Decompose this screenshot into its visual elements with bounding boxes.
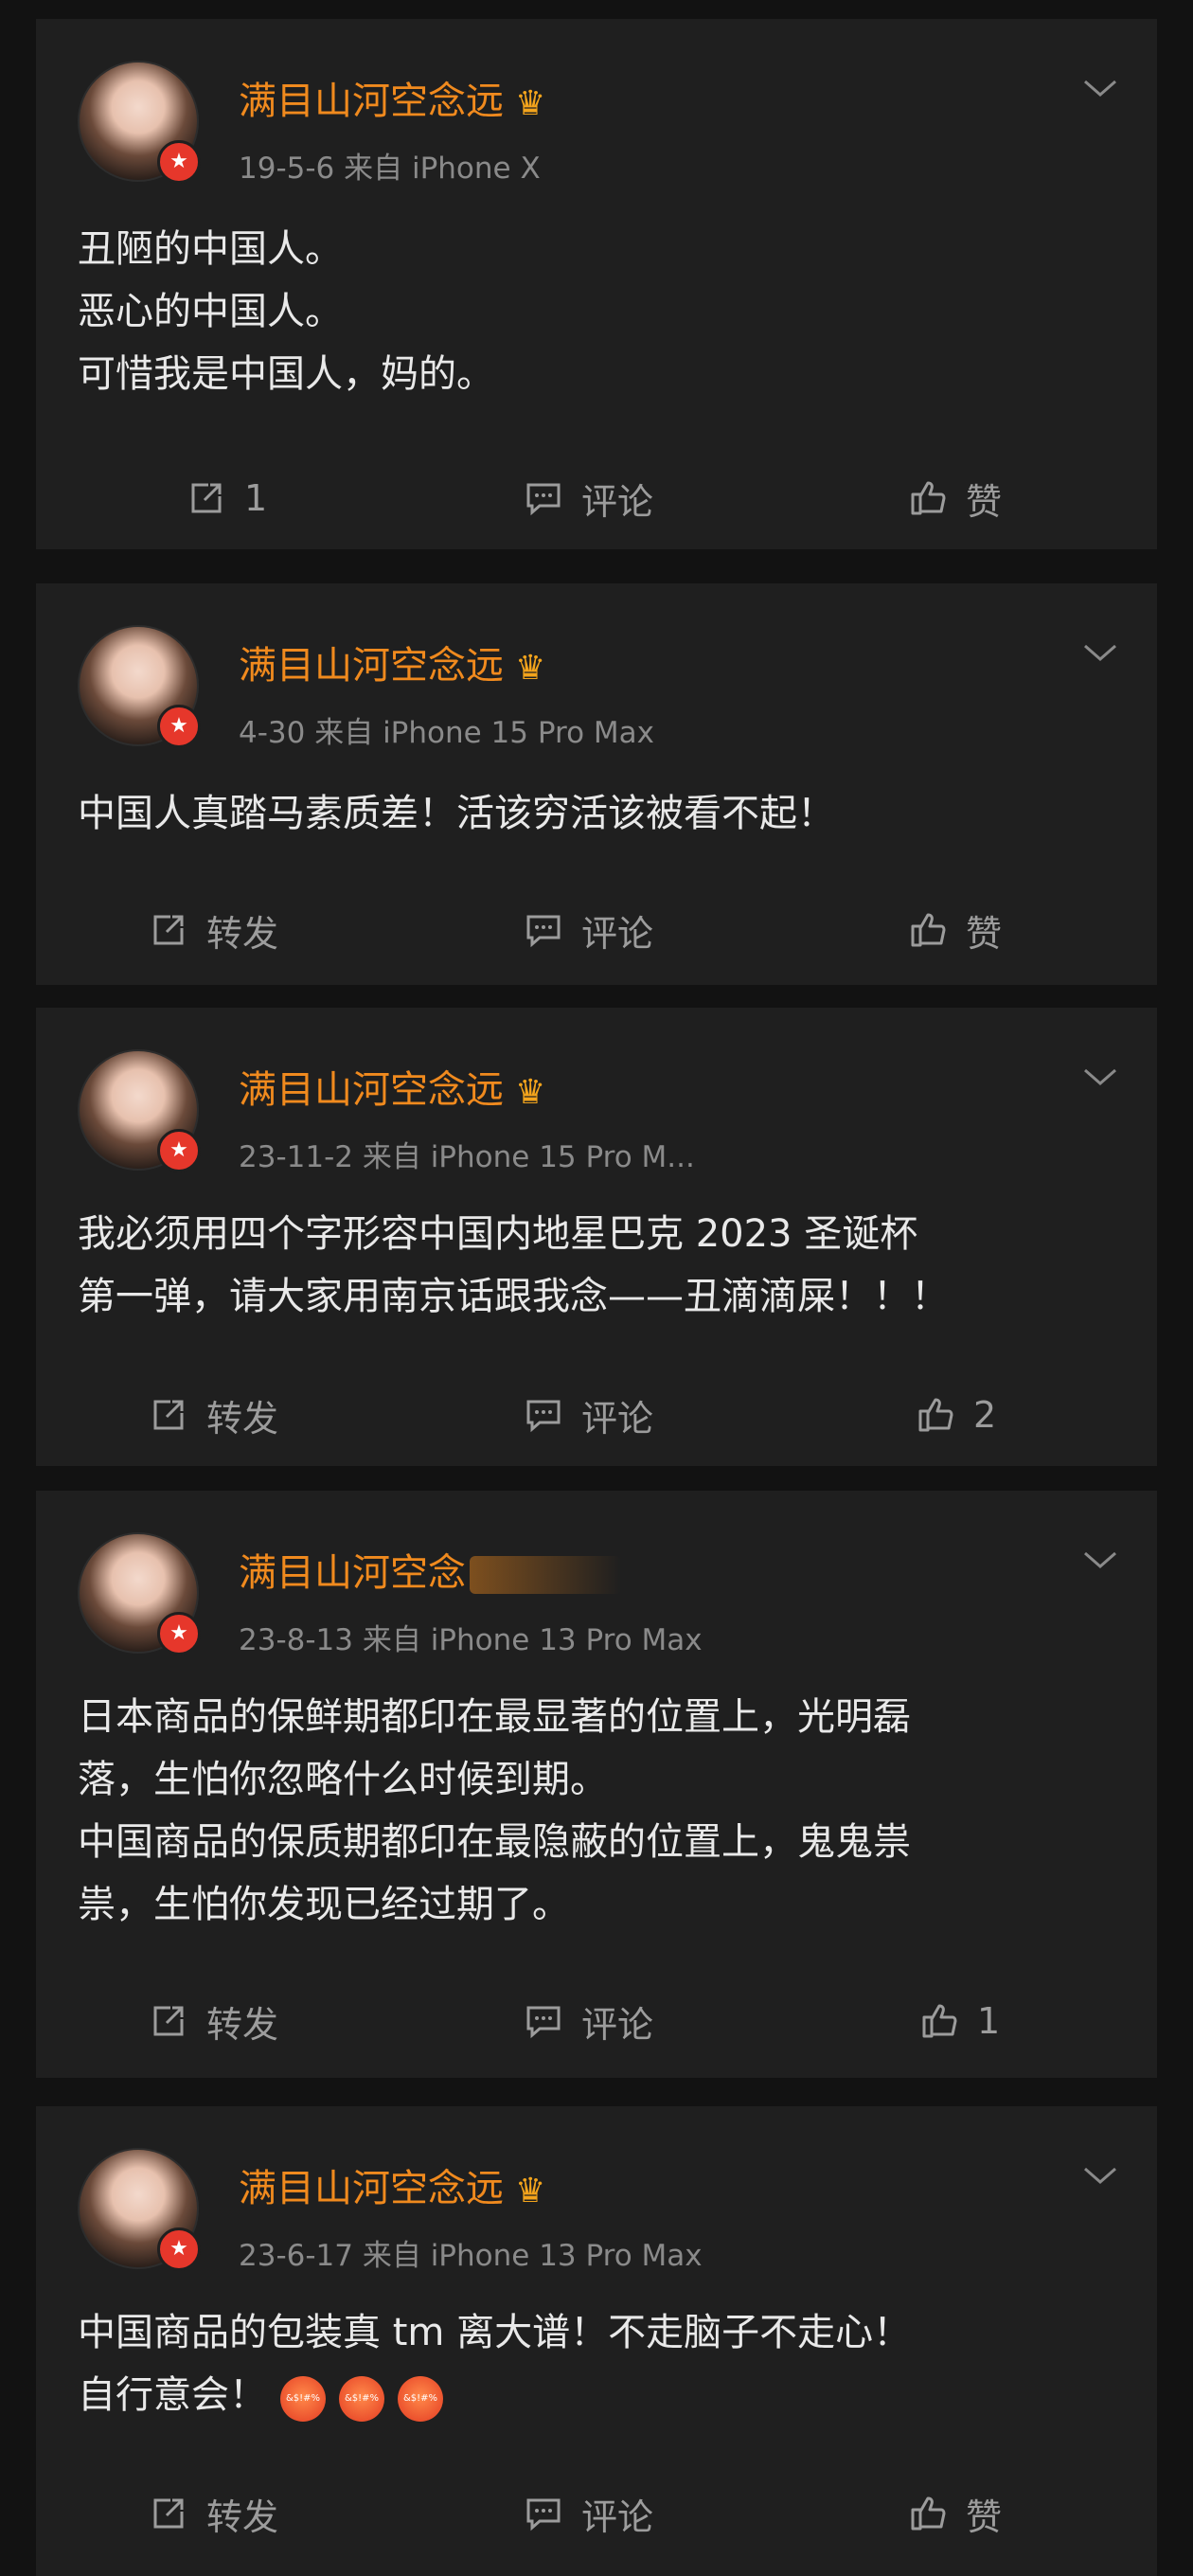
crown-icon: ♛: [515, 83, 546, 123]
chevron-down-icon[interactable]: [1081, 74, 1119, 102]
username[interactable]: 满目山河空念远 ♛: [239, 635, 545, 689]
post-meta: 23-8-13 来自 iPhone 13 Pro Max: [239, 1623, 703, 1657]
comment-button[interactable]: 评论: [523, 2485, 653, 2542]
share-button[interactable]: 转发: [148, 1386, 278, 1443]
content-line: 我必须用四个字形容中国内地星巴克 2023 圣诞杯: [78, 1212, 918, 1256]
angry-emoji-icon: &$!#%: [398, 2376, 443, 2422]
post-content: 日本商品的保鲜期都印在最显著的位置上，光明磊 落，生怕你忽略什么时候到期。 中国…: [78, 1686, 1115, 1936]
post-content: 中国人真踏马素质差！活该穷活该被看不起！: [78, 782, 1115, 845]
content-line: 恶心的中国人。: [78, 290, 343, 333]
content-line: 日本商品的保鲜期都印在最显著的位置上，光明磊: [78, 1695, 911, 1739]
angry-emoji-icon: &$!#%: [339, 2376, 384, 2422]
content-line: 落，生怕你忽略什么时候到期。: [78, 1758, 608, 1801]
content-line: 第一弹，请大家用南京话跟我念——丑滴滴屎！！！: [78, 1275, 949, 1318]
comment-icon: [526, 2006, 561, 2039]
username[interactable]: 满目山河空念: [239, 1542, 621, 1597]
crown-icon: ♛: [515, 648, 546, 688]
like-button[interactable]: 2: [915, 1386, 996, 1443]
post-card[interactable]: ★ 满目山河空念远 ♛ 23-6-17 来自 iPhone 13 Pro Max …: [36, 2106, 1157, 2576]
share-button[interactable]: 转发: [148, 1993, 278, 2049]
share-icon: [153, 1400, 184, 1430]
thumbs-up-icon: [911, 913, 946, 947]
crown-icon: ♛: [515, 1072, 546, 1112]
chevron-down-icon[interactable]: [1081, 1063, 1119, 1091]
angry-emoji-icon: &$!#%: [280, 2376, 326, 2422]
thumbs-up-icon: [911, 2496, 946, 2531]
comment-button[interactable]: 评论: [523, 470, 653, 527]
action-bar: 转发 评论 2: [36, 1386, 1157, 1443]
chevron-down-icon[interactable]: [1081, 1546, 1119, 1574]
crown-icon: ♛: [515, 2171, 546, 2210]
content-line: 可惜我是中国人，妈的。: [78, 352, 494, 396]
like-button[interactable]: 1: [918, 1993, 1000, 2049]
share-icon: [153, 2498, 184, 2529]
like-button[interactable]: 赞: [907, 902, 1002, 958]
action-bar: 转发 评论 赞: [36, 2485, 1157, 2542]
post-card[interactable]: ★ 满目山河空念远 ♛ 23-11-2 来自 iPhone 15 Pro M...…: [36, 1008, 1157, 1466]
thumbs-up-icon: [911, 481, 946, 515]
share-icon: [153, 915, 184, 945]
post-content: 我必须用四个字形容中国内地星巴克 2023 圣诞杯 第一弹，请大家用南京话跟我念…: [78, 1203, 1115, 1328]
post-content: 中国商品的包装真 tm 离大谱！不走脑子不走心！ 自行意会！ &$!#% &$!#%…: [78, 2301, 1115, 2428]
verified-badge-icon: ★: [157, 2227, 201, 2271]
chevron-down-icon[interactable]: [1081, 638, 1119, 667]
verified-badge-icon: ★: [157, 1612, 201, 1655]
chevron-down-icon[interactable]: [1081, 2161, 1119, 2190]
emoji-row: &$!#% &$!#% &$!#%: [267, 2366, 443, 2428]
post-card[interactable]: ★ 满目山河空念远 ♛ 4-30 来自 iPhone 15 Pro Max 中国人…: [36, 583, 1157, 985]
comment-icon: [526, 483, 561, 516]
content-line: 中国商品的保质期都印在最隐蔽的位置上，鬼鬼祟: [78, 1820, 911, 1864]
comment-icon: [526, 1400, 561, 1433]
share-button[interactable]: 1: [186, 470, 267, 527]
post-card[interactable]: ★ 满目山河空念 23-8-13 来自 iPhone 13 Pro Max 日本…: [36, 1491, 1157, 2078]
thumbs-up-icon: [922, 2004, 957, 2038]
verified-badge-icon: ★: [157, 140, 201, 184]
thumbs-up-icon: [918, 1398, 953, 1432]
comment-icon: [526, 915, 561, 948]
share-icon: [191, 483, 222, 513]
blurred-username-suffix: [470, 1556, 621, 1594]
action-bar: 1 评论 赞: [36, 470, 1157, 527]
content-line: 中国商品的包装真 tm 离大谱！不走脑子不走心！: [78, 2311, 912, 2354]
share-button[interactable]: 转发: [148, 2485, 278, 2542]
post-meta: 19-5-6 来自 iPhone X: [239, 152, 541, 186]
verified-badge-icon: ★: [157, 1129, 201, 1172]
post-meta: 4-30 来自 iPhone 15 Pro Max: [239, 716, 654, 750]
post-meta: 23-11-2 来自 iPhone 15 Pro M...: [239, 1140, 695, 1174]
like-button[interactable]: 赞: [907, 470, 1002, 527]
post-meta: 23-6-17 来自 iPhone 13 Pro Max: [239, 2239, 703, 2273]
comment-button[interactable]: 评论: [523, 902, 653, 958]
comment-button[interactable]: 评论: [523, 1386, 653, 1443]
content-line: 丑陋的中国人。: [78, 227, 343, 271]
comment-button[interactable]: 评论: [523, 1993, 653, 2049]
username[interactable]: 满目山河空念远 ♛: [239, 1059, 545, 1114]
content-line: 中国人真踏马素质差！活该穷活该被看不起！: [78, 792, 835, 835]
action-bar: 转发 评论 赞: [36, 902, 1157, 958]
content-line: 祟，生怕你发现已经过期了。: [78, 1883, 570, 1926]
post-content: 丑陋的中国人。 恶心的中国人。 可惜我是中国人，妈的。: [78, 218, 1115, 405]
action-bar: 转发 评论 1: [36, 1993, 1157, 2049]
share-icon: [153, 2006, 184, 2036]
content-line: 自行意会！ &$!#% &$!#% &$!#%: [78, 2364, 1115, 2428]
weibo-feed: ★ 满目山河空念远 ♛ 19-5-6 来自 iPhone X 丑陋的中国人。 恶心…: [0, 0, 1193, 2576]
share-button[interactable]: 转发: [148, 902, 278, 958]
username[interactable]: 满目山河空念远 ♛: [239, 70, 545, 125]
comment-icon: [526, 2498, 561, 2531]
like-button[interactable]: 赞: [907, 2485, 1002, 2542]
verified-badge-icon: ★: [157, 705, 201, 748]
username[interactable]: 满目山河空念远 ♛: [239, 2157, 545, 2212]
post-card[interactable]: ★ 满目山河空念远 ♛ 19-5-6 来自 iPhone X 丑陋的中国人。 恶心…: [36, 19, 1157, 549]
